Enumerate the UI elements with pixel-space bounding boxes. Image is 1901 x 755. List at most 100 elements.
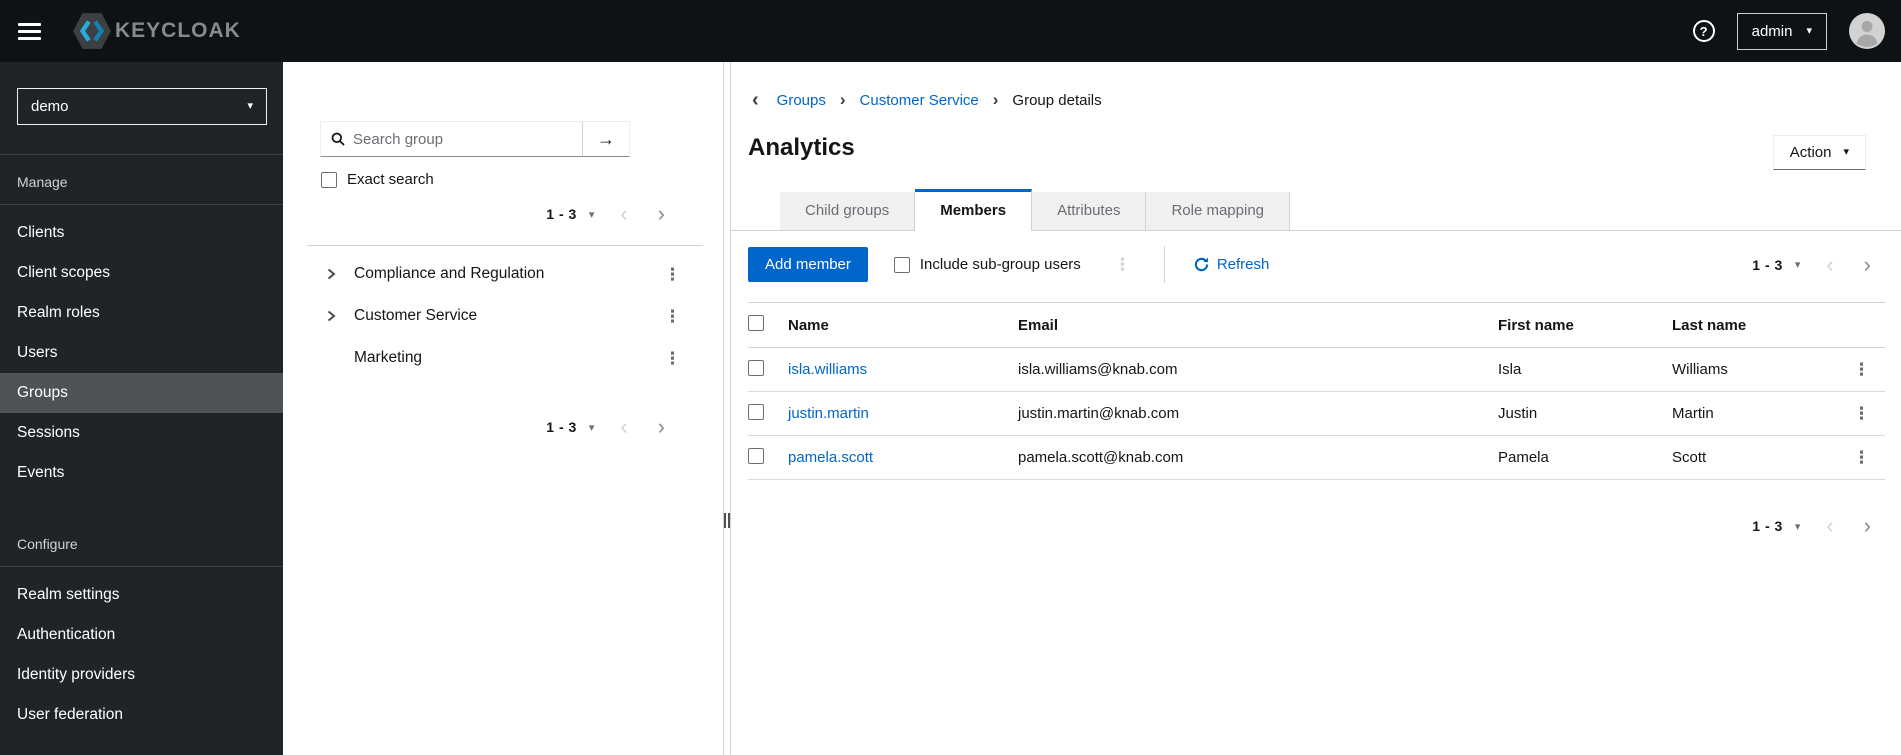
avatar[interactable] [1849, 13, 1885, 49]
tree-item-customer-service[interactable]: Customer Service ⋮ [283, 295, 723, 337]
group-tree-panel: → Exact search 1 - 3 ▾ ‹ › Compliance an… [283, 62, 723, 755]
previous-page-button[interactable]: ‹ [1826, 515, 1833, 537]
group-tabs: Child groups Members Attributes Role map… [731, 189, 1901, 231]
member-last-name: Martin [1672, 391, 1838, 436]
row-kebab-menu-icon[interactable]: ⋮ [1853, 360, 1870, 379]
sidebar-item-clients[interactable]: Clients [0, 213, 283, 253]
refresh-icon [1194, 257, 1209, 272]
panel-resize-handle[interactable] [723, 62, 731, 755]
realm-name: demo [31, 98, 69, 115]
sidebar-item-client-scopes[interactable]: Client scopes [0, 253, 283, 293]
expand-chevron-icon[interactable] [325, 267, 341, 281]
member-link[interactable]: isla.williams [788, 361, 867, 378]
nav-toggle-icon[interactable] [18, 22, 41, 40]
kebab-menu-icon[interactable]: ⋮ [664, 266, 681, 283]
pagination-range: 1 - 3 [1752, 256, 1783, 273]
breadcrumb-back-icon[interactable]: ‹ [748, 90, 763, 110]
tab-role-mapping[interactable]: Role mapping [1146, 192, 1291, 230]
kebab-menu-icon[interactable]: ⋮ [664, 308, 681, 325]
member-first-name: Isla [1498, 347, 1672, 392]
pagination-menu-toggle-icon[interactable]: ▾ [589, 208, 595, 221]
member-email: justin.martin@knab.com [1018, 391, 1498, 436]
expand-chevron-icon[interactable] [325, 309, 341, 323]
group-details-page: ‹ Groups › Customer Service › Group deta… [731, 62, 1901, 755]
search-group-input[interactable] [353, 130, 582, 148]
help-icon[interactable]: ? [1692, 20, 1715, 42]
previous-page-button[interactable]: ‹ [1826, 253, 1833, 275]
realm-selector[interactable]: demo ▾ [17, 88, 267, 125]
page-title: Analytics [748, 134, 855, 161]
breadcrumb-link-customer-service[interactable]: Customer Service [860, 92, 979, 109]
tree-item-label[interactable]: Customer Service [354, 307, 477, 325]
pagination-menu-toggle-icon[interactable]: ▾ [1795, 258, 1801, 271]
next-page-button[interactable]: › [1864, 253, 1871, 275]
member-link[interactable]: justin.martin [788, 405, 869, 422]
tree-item-label[interactable]: Compliance and Regulation [354, 265, 544, 283]
kebab-menu-icon[interactable]: ⋮ [664, 350, 681, 367]
user-menu-dropdown[interactable]: admin ▾ [1736, 12, 1827, 50]
next-page-button[interactable]: › [658, 203, 665, 225]
chevron-down-icon: ▾ [1843, 146, 1849, 158]
column-header-name: Name [788, 302, 1018, 348]
sidebar-item-user-federation[interactable]: User federation [0, 695, 283, 735]
members-pagination-top: 1 - 3 ▾ ‹ › [1752, 253, 1885, 275]
tab-members[interactable]: Members [915, 189, 1033, 231]
sidebar-item-users[interactable]: Users [0, 333, 283, 373]
masthead: KEYCLOAK ? admin ▾ [0, 0, 1901, 62]
sidebar-item-realm-roles[interactable]: Realm roles [0, 293, 283, 333]
include-subgroups-option: Include sub-group users [893, 256, 1081, 273]
row-kebab-menu-icon[interactable]: ⋮ [1853, 448, 1870, 467]
tree-item-marketing[interactable]: Marketing ⋮ [283, 337, 723, 379]
select-all-checkbox[interactable] [748, 315, 764, 331]
next-page-button[interactable]: › [658, 416, 665, 438]
sidebar-item-identity-providers[interactable]: Identity providers [0, 655, 283, 695]
sidebar-item-authentication[interactable]: Authentication [0, 615, 283, 655]
member-link[interactable]: pamela.scott [788, 449, 873, 466]
exact-search-checkbox[interactable] [321, 171, 337, 188]
sidebar-item-groups[interactable]: Groups [0, 373, 283, 413]
row-checkbox[interactable] [748, 447, 764, 464]
tree-pagination-top: 1 - 3 ▾ ‹ › [283, 203, 723, 225]
tab-attributes[interactable]: Attributes [1032, 192, 1147, 230]
row-checkbox[interactable] [748, 403, 764, 420]
pagination-range: 1 - 3 [546, 419, 577, 435]
breadcrumb-current: Group details [1012, 91, 1102, 109]
sidebar-item-events[interactable]: Events [0, 453, 283, 493]
row-checkbox[interactable] [748, 359, 764, 376]
search-box [321, 122, 582, 156]
table-header-row: Name Email First name Last name [748, 302, 1885, 348]
members-toolbar: Add member Include sub-group users ⋮ Ref… [748, 245, 1885, 284]
pagination-menu-toggle-icon[interactable]: ▾ [1795, 520, 1801, 533]
previous-page-button[interactable]: ‹ [620, 203, 627, 225]
breadcrumb-link-groups[interactable]: Groups [777, 92, 826, 109]
search-submit-button[interactable]: → [582, 122, 629, 156]
member-first-name: Justin [1498, 391, 1672, 436]
previous-page-button[interactable]: ‹ [620, 416, 627, 438]
sidebar-item-realm-settings[interactable]: Realm settings [0, 575, 283, 615]
include-subgroups-checkbox[interactable] [893, 256, 910, 273]
action-label: Action [1789, 144, 1832, 161]
pagination-range: 1 - 3 [546, 206, 577, 222]
keycloak-logo-icon [73, 13, 111, 49]
action-dropdown[interactable]: Action ▾ [1772, 135, 1866, 170]
toolbar-kebab-menu-icon[interactable]: ⋮ [1114, 256, 1131, 273]
column-header-email: Email [1018, 302, 1498, 348]
chevron-down-icon: ▾ [1806, 24, 1812, 37]
refresh-button[interactable]: Refresh [1194, 256, 1269, 273]
brand-text: KEYCLOAK [115, 19, 241, 42]
sidebar-item-sessions[interactable]: Sessions [0, 413, 283, 453]
pagination-menu-toggle-icon[interactable]: ▾ [589, 421, 595, 434]
next-page-button[interactable]: › [1864, 515, 1871, 537]
nav-section-configure: Configure [0, 517, 283, 567]
column-header-last-name: Last name [1672, 302, 1838, 348]
tab-child-groups[interactable]: Child groups [780, 192, 916, 230]
add-member-button[interactable]: Add member [748, 247, 868, 282]
divider [307, 245, 703, 246]
arrow-right-icon: → [597, 128, 615, 149]
tree-item-compliance-and-regulation[interactable]: Compliance and Regulation ⋮ [283, 253, 723, 295]
exact-search-label: Exact search [347, 171, 434, 188]
row-kebab-menu-icon[interactable]: ⋮ [1853, 404, 1870, 423]
tree-item-label[interactable]: Marketing [354, 349, 422, 367]
drag-grip-icon [724, 513, 730, 528]
include-subgroups-label: Include sub-group users [919, 256, 1081, 273]
